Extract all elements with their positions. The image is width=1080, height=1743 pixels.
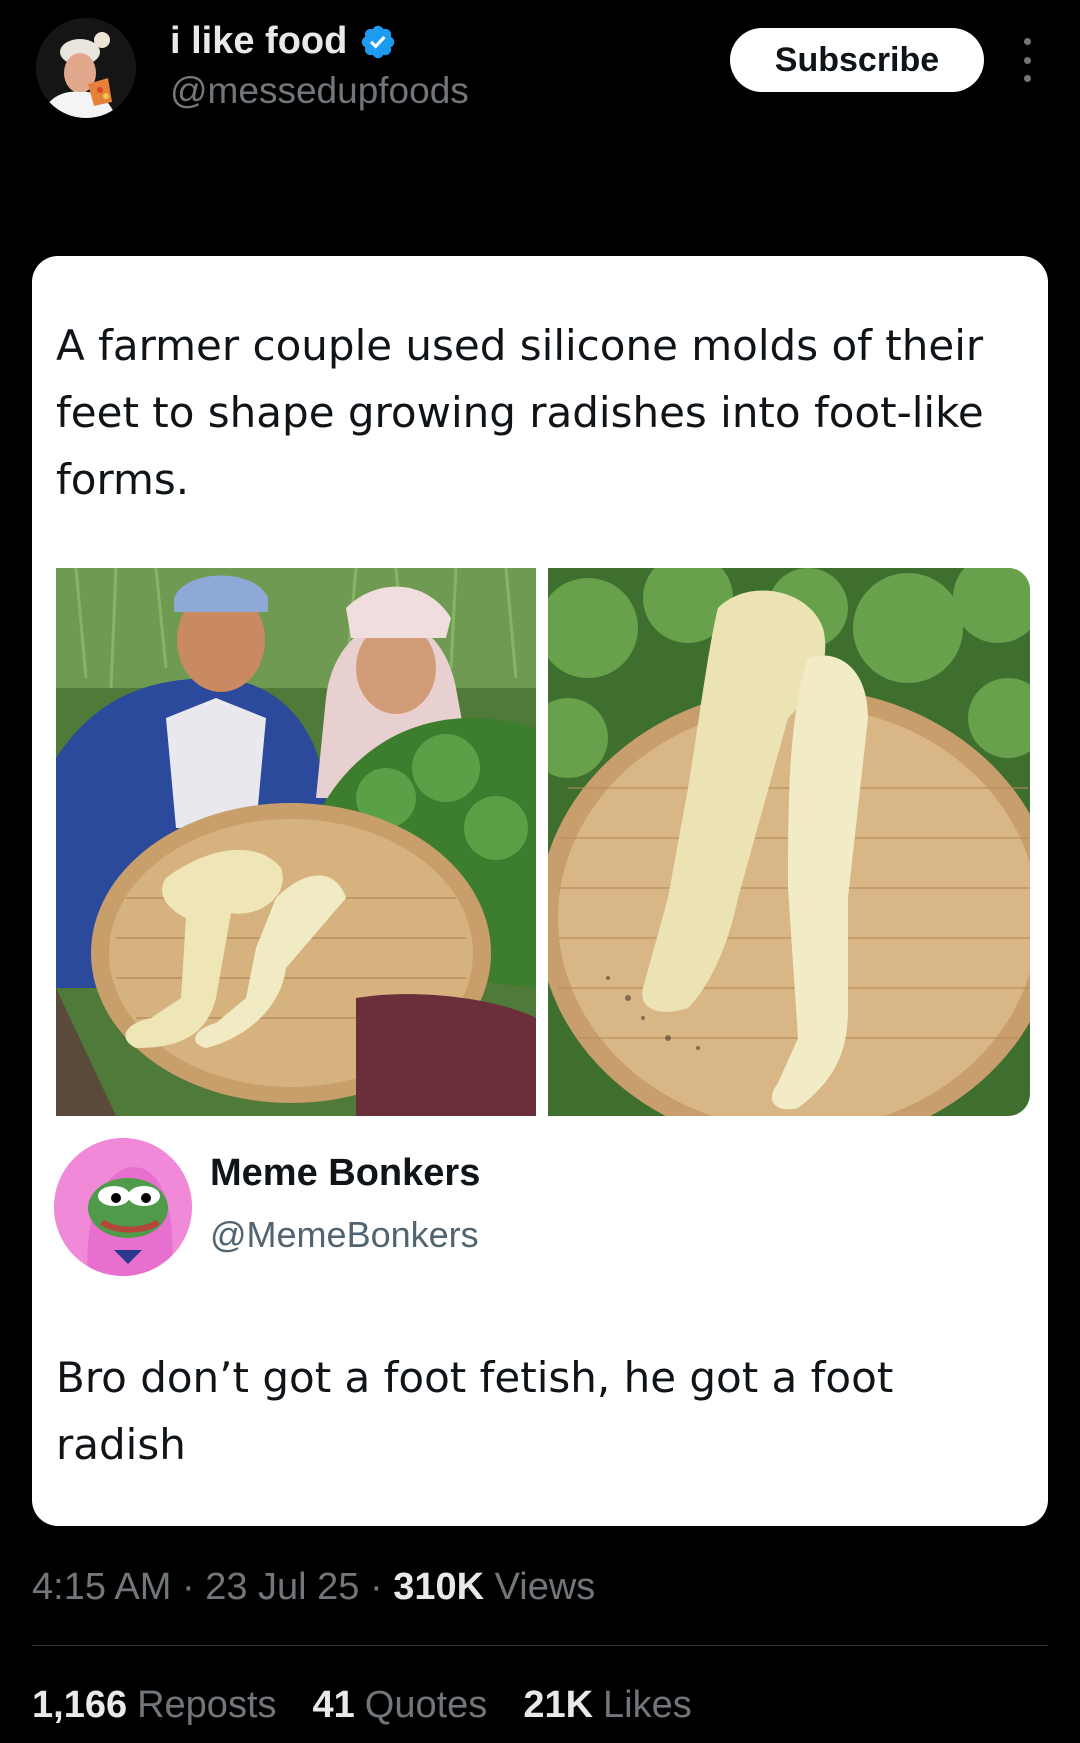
quotes-label: Quotes [364,1684,488,1726]
meta-separator: · [370,1566,394,1608]
reposts-label: Reposts [137,1684,277,1726]
likes-label: Likes [603,1684,692,1726]
farmer-couple-image [56,568,536,1116]
post-caption: A farmer couple used silicone molds of t… [56,321,984,504]
likes-stat[interactable]: 21K Likes [523,1684,691,1727]
post-time[interactable]: 4:15 AM [32,1566,171,1608]
frog-avatar-icon [54,1138,192,1276]
quoted-author-name[interactable]: Meme Bonkers [210,1152,480,1195]
foot-radish-image [548,568,1030,1116]
verified-badge-icon [362,25,395,58]
engagement-stats: 1,166 Reposts 41 Quotes 21K Likes [32,1684,692,1727]
post-meta: 4:15 AM · 23 Jul 25 · 310K Views [32,1566,595,1609]
post-date[interactable]: 23 Jul 25 [205,1566,359,1608]
quotes-stat[interactable]: 41 Quotes [313,1684,488,1727]
quoted-reply-text: Bro don’t got a foot fetish, he got a fo… [56,1353,894,1469]
chef-avatar-icon [36,18,136,118]
meta-separator: · [181,1566,206,1608]
views-count: 310K [393,1566,485,1608]
subscribe-button[interactable]: Subscribe [730,28,984,92]
quoted-author-avatar[interactable] [54,1138,192,1276]
likes-count: 21K [523,1684,594,1726]
divider [32,1645,1048,1646]
post-header: i like food @messedupfoods Subscribe [0,0,1080,200]
quotes-count: 41 [312,1684,355,1726]
author-name-row: i like food [170,20,397,63]
photo-foot-radish[interactable] [548,568,1030,1116]
author-display-name[interactable]: i like food [170,20,347,63]
reposts-stat[interactable]: 1,166 Reposts [32,1684,277,1727]
author-avatar[interactable] [36,18,136,118]
quoted-author-handle[interactable]: @MemeBonkers [210,1214,479,1256]
views-label: Views [494,1566,596,1608]
more-vertical-icon[interactable] [1012,38,1042,82]
author-handle[interactable]: @messedupfoods [170,70,469,112]
post-media-card: A farmer couple used silicone molds of t… [32,256,1048,1526]
photo-farmer-couple[interactable] [56,568,536,1116]
reposts-count: 1,166 [32,1684,128,1726]
